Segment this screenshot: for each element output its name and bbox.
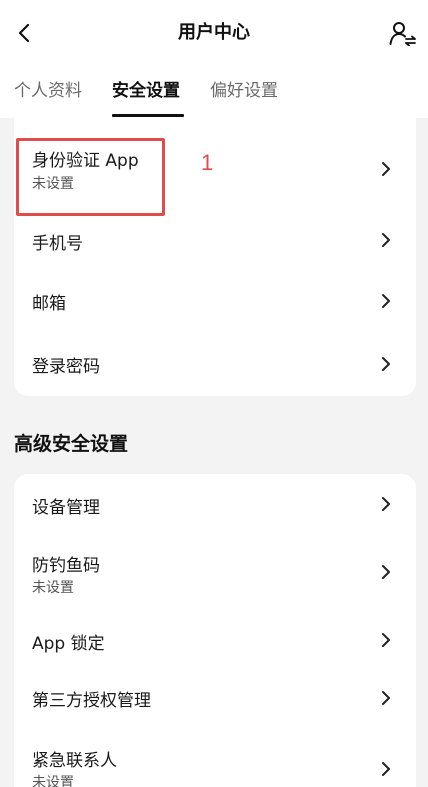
row-status: 未设置 — [32, 580, 74, 596]
tab-bar: 个人资料 安全设置 偏好设置 — [0, 66, 428, 118]
row-label: 紧急联系人 — [32, 751, 117, 771]
row-label: App 锁定 — [32, 634, 105, 654]
row-label: 邮箱 — [32, 294, 66, 314]
chevron-right-icon — [382, 691, 390, 705]
row-emergency-contact[interactable]: 紧急联系人 未设置 — [14, 724, 416, 787]
user-switch-button[interactable] — [388, 18, 418, 48]
row-label: 设备管理 — [32, 498, 100, 518]
advanced-settings-card: 设备管理 防钓鱼码 未设置 App 锁定 第三方授权管理 紧急联系人 未设置 — [14, 474, 416, 787]
tab-preferences[interactable]: 偏好设置 — [210, 78, 278, 104]
row-third-party-auth[interactable]: 第三方授权管理 — [14, 668, 416, 724]
tab-security[interactable]: 安全设置 — [112, 78, 180, 104]
chevron-right-icon — [382, 357, 390, 371]
chevron-right-icon — [382, 233, 390, 247]
chevron-right-icon — [382, 497, 390, 511]
chevron-right-icon — [382, 565, 390, 579]
chevron-right-icon — [382, 162, 390, 176]
chevron-right-icon — [382, 762, 390, 776]
row-label: 登录密码 — [32, 357, 100, 377]
chevron-right-icon — [382, 633, 390, 647]
row-label: 第三方授权管理 — [32, 691, 151, 711]
active-tab-indicator — [112, 114, 184, 117]
section-title-advanced: 高级安全设置 — [14, 433, 129, 455]
row-label: 手机号 — [32, 234, 83, 254]
user-switch-icon — [389, 22, 416, 46]
row-phone[interactable]: 手机号 — [14, 210, 416, 270]
row-label: 防钓鱼码 — [32, 556, 100, 576]
top-app-bar: 用户中心 — [0, 0, 428, 66]
row-app-lock[interactable]: App 锁定 — [14, 610, 416, 668]
row-anti-phishing-code[interactable]: 防钓鱼码 未设置 — [14, 534, 416, 610]
row-email[interactable]: 邮箱 — [14, 270, 416, 332]
row-status: 未设置 — [32, 775, 74, 787]
row-login-password[interactable]: 登录密码 — [14, 332, 416, 394]
annotation-number: 1 — [201, 150, 214, 175]
highlight-box — [16, 138, 165, 216]
chevron-right-icon — [382, 294, 390, 308]
row-device-management[interactable]: 设备管理 — [14, 474, 416, 534]
tab-profile[interactable]: 个人资料 — [14, 78, 82, 104]
page-title: 用户中心 — [178, 22, 250, 43]
